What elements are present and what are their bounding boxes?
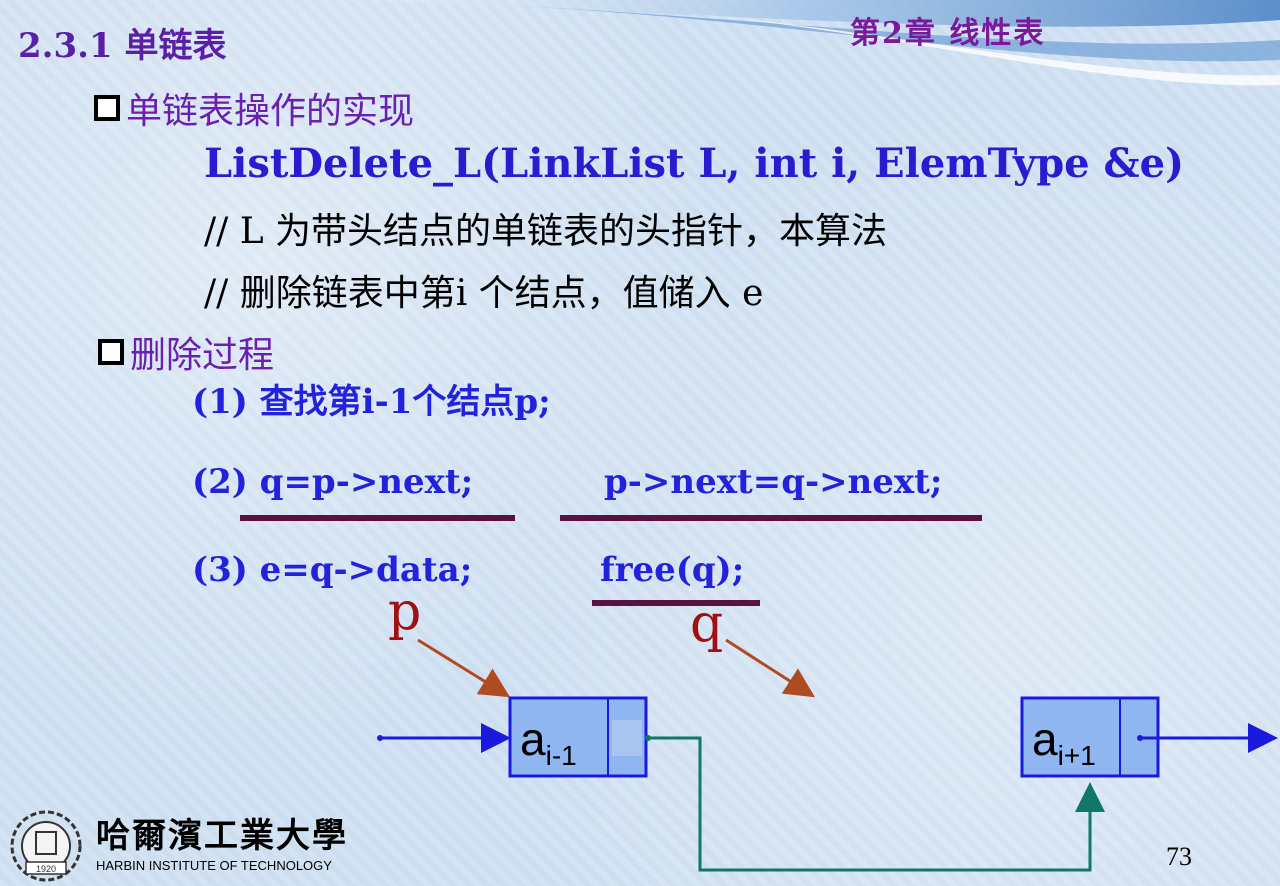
node-a-i-1-sub: i-1 — [545, 740, 577, 772]
university-name-en: HARBIN INSTITUTE OF TECHNOLOGY — [96, 858, 332, 873]
university-name-cn: 哈爾濱工業大學 — [96, 816, 348, 856]
heading-deletion-text: 删除过程 — [130, 335, 275, 376]
function-signature: ListDelete_L(LinkList L, int i, ElemType… — [204, 140, 1185, 187]
heading-deletion: 删除过程 — [98, 326, 274, 378]
chapter-title: 第2章 线性表 — [850, 16, 1046, 51]
comment-line-1: // L 为带头结点的单链表的头指针，本算法 — [204, 211, 888, 252]
emblem-year: 1920 — [36, 864, 56, 874]
bullet-square-icon — [98, 339, 124, 365]
university-emblem-icon: 1920 — [10, 810, 82, 882]
underline-step-2 — [240, 515, 515, 521]
section-title: 2.3.1 单链表 — [18, 26, 227, 66]
node-a-i+1-sub: i+1 — [1057, 740, 1096, 772]
heading-implementation: 单链表操作的实现 — [94, 82, 414, 134]
node-a-i+1-main: a — [1032, 713, 1058, 765]
step-3-free: free(q); — [600, 550, 745, 590]
step-3-code: (3) e=q->data; — [192, 550, 473, 590]
p-pointer-label: p — [388, 582, 422, 642]
step-2-code: (2) q=p->next; — [192, 462, 474, 502]
bullet-square-icon — [94, 95, 120, 121]
comment-line-2: // 删除链表中第i 个结点，值储入 e — [204, 273, 764, 314]
q-pointer-label: q — [690, 594, 724, 654]
step-2-relink: p->next=q->next; — [604, 462, 943, 502]
node-a-i-1-label: ai-1 — [520, 712, 577, 772]
q-pointer-arrow — [725, 638, 816, 698]
node-a-i-1-main: a — [520, 713, 546, 765]
step-1: (1) 查找第i-1个结点p; — [192, 382, 551, 422]
heading-implementation-text: 单链表操作的实现 — [126, 91, 415, 132]
underline-step-2-relink — [560, 515, 982, 521]
p-pointer-arrow — [417, 638, 511, 698]
page-number: 73 — [1166, 842, 1192, 871]
node-a-i+1-label: ai+1 — [1032, 712, 1096, 772]
